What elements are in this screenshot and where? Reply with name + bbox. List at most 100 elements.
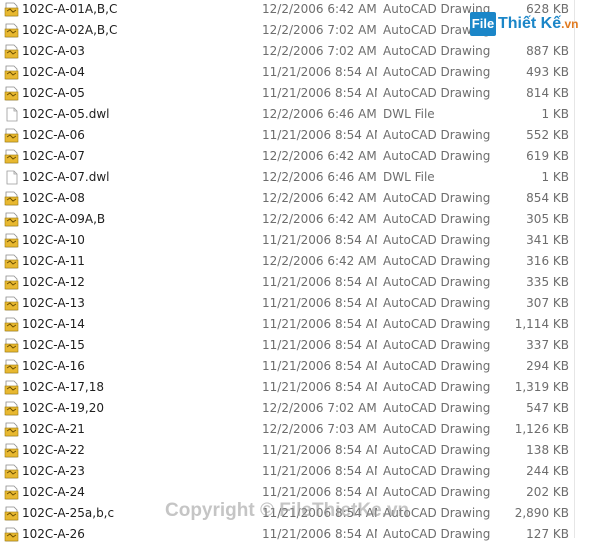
file-date-modified: 12/2/2006 7:02 AM xyxy=(262,401,377,415)
blank-file-icon xyxy=(6,170,18,185)
file-type: AutoCAD Drawing xyxy=(383,296,491,310)
file-size: 138 KB xyxy=(526,443,569,457)
dwg-file-icon xyxy=(4,464,19,479)
file-size: 552 KB xyxy=(526,128,569,142)
file-row[interactable]: 102C-A-21 12/2/2006 7:03 AM AutoCAD Drawin… xyxy=(0,419,603,440)
file-row[interactable]: 102C-A-05 11/21/2006 8:54 AM AutoCAD Drawi… xyxy=(0,83,603,104)
file-size: 619 KB xyxy=(526,149,569,163)
file-type: DWL File xyxy=(383,107,435,121)
dwg-file-icon xyxy=(4,527,19,542)
file-row[interactable]: 102C-A-23 11/21/2006 8:54 AM AutoCAD Drawi… xyxy=(0,461,603,482)
file-name: 102C-A-26 xyxy=(22,527,85,541)
file-date-modified: 12/2/2006 6:42 AM xyxy=(262,2,377,16)
file-row[interactable]: 102C-A-15 11/21/2006 8:54 AM AutoCAD Drawi… xyxy=(0,335,603,356)
dwg-file-icon xyxy=(4,359,19,374)
file-list: 102C-A-01A,B,C 12/2/2006 6:42 AM AutoCAD D… xyxy=(0,0,603,545)
dwg-file-icon xyxy=(4,128,19,143)
file-row[interactable]: 102C-A-05.dwl 12/2/2006 6:46 AM DWL File 1 … xyxy=(0,104,603,125)
file-row[interactable]: 102C-A-12 11/21/2006 8:54 AM AutoCAD Drawi… xyxy=(0,272,603,293)
file-date-modified: 11/21/2006 8:54 AM xyxy=(262,464,377,478)
file-row[interactable]: 102C-A-22 11/21/2006 8:54 AM AutoCAD Drawi… xyxy=(0,440,603,461)
file-date-modified: 12/2/2006 6:42 AM xyxy=(262,191,377,205)
file-size: 1 KB xyxy=(541,107,569,121)
file-row[interactable]: 102C-A-11 12/2/2006 6:42 AM AutoCAD Drawin… xyxy=(0,251,603,272)
file-row[interactable]: 102C-A-19,20 12/2/2006 7:02 AM AutoCAD Dra… xyxy=(0,398,603,419)
file-date-modified: 11/21/2006 8:54 AM xyxy=(262,338,377,352)
file-date-modified: 12/2/2006 6:42 AM xyxy=(262,212,377,226)
file-size: 2,890 KB xyxy=(514,506,569,520)
file-date-modified: 12/2/2006 6:46 AM xyxy=(262,170,377,184)
file-size: 337 KB xyxy=(526,338,569,352)
file-row[interactable]: 102C-A-26 11/21/2006 8:54 AM AutoCAD Drawi… xyxy=(0,524,603,545)
file-row[interactable]: 102C-A-16 11/21/2006 8:54 AM AutoCAD Drawi… xyxy=(0,356,603,377)
file-size: 887 KB xyxy=(526,44,569,58)
file-type: AutoCAD Drawing xyxy=(383,149,491,163)
dwg-file-icon xyxy=(4,233,19,248)
file-row[interactable]: 102C-A-09A,B 12/2/2006 6:42 AM AutoCAD Dra… xyxy=(0,209,603,230)
file-size: 202 KB xyxy=(526,485,569,499)
file-name: 102C-A-17,18 xyxy=(22,380,104,394)
file-row[interactable]: 102C-A-08 12/2/2006 6:42 AM AutoCAD Drawin… xyxy=(0,188,603,209)
file-date-modified: 11/21/2006 8:54 AM xyxy=(262,296,377,310)
file-name: 102C-A-19,20 xyxy=(22,401,104,415)
file-date-modified: 12/2/2006 7:03 AM xyxy=(262,422,377,436)
file-type: AutoCAD Drawing xyxy=(383,65,491,79)
file-size: 307 KB xyxy=(526,296,569,310)
file-name: 102C-A-08 xyxy=(22,191,85,205)
watermark-copyright: Copyright © FileThietKe.vn xyxy=(165,500,410,521)
file-name: 102C-A-15 xyxy=(22,338,85,352)
dwg-file-icon xyxy=(4,506,19,521)
file-row[interactable]: 102C-A-07.dwl 12/2/2006 6:46 AM DWL File 1 … xyxy=(0,167,603,188)
blank-file-icon xyxy=(6,107,18,122)
file-type: AutoCAD Drawing xyxy=(383,380,491,394)
dwg-file-icon xyxy=(4,317,19,332)
file-date-modified: 11/21/2006 8:54 AM xyxy=(262,128,377,142)
file-name: 102C-A-23 xyxy=(22,464,85,478)
watermark-brand-tld: .vn xyxy=(561,17,579,31)
file-size: 305 KB xyxy=(526,212,569,226)
dwg-file-icon xyxy=(4,212,19,227)
file-row[interactable]: 102C-A-14 11/21/2006 8:54 AM AutoCAD Drawi… xyxy=(0,314,603,335)
file-row[interactable]: 102C-A-17,18 11/21/2006 8:54 AM AutoCAD Dr… xyxy=(0,377,603,398)
dwg-file-icon xyxy=(4,485,19,500)
dwg-file-icon xyxy=(4,44,19,59)
dwg-file-icon xyxy=(4,2,19,17)
dwg-file-icon xyxy=(4,401,19,416)
file-name: 102C-A-05 xyxy=(22,86,85,100)
watermark-logo-badge: File xyxy=(470,12,496,36)
file-date-modified: 11/21/2006 8:54 AM xyxy=(262,317,377,331)
file-row[interactable]: 102C-A-06 11/21/2006 8:54 AM AutoCAD Drawi… xyxy=(0,125,603,146)
file-type: AutoCAD Drawing xyxy=(383,464,491,478)
file-name: 102C-A-09A,B xyxy=(22,212,106,226)
file-date-modified: 11/21/2006 8:54 AM xyxy=(262,527,377,541)
file-row[interactable]: 102C-A-10 11/21/2006 8:54 AM AutoCAD Drawi… xyxy=(0,230,603,251)
file-size: 335 KB xyxy=(526,275,569,289)
file-date-modified: 12/2/2006 6:42 AM xyxy=(262,149,377,163)
file-date-modified: 11/21/2006 8:54 AM xyxy=(262,443,377,457)
file-name: 102C-A-05.dwl xyxy=(22,107,110,121)
file-row[interactable]: 102C-A-04 11/21/2006 8:54 AM AutoCAD Drawi… xyxy=(0,62,603,83)
file-size: 1,126 KB xyxy=(514,422,569,436)
file-type: DWL File xyxy=(383,170,435,184)
dwg-file-icon xyxy=(4,422,19,437)
file-size: 1,319 KB xyxy=(514,380,569,394)
file-row[interactable]: 102C-A-07 12/2/2006 6:42 AM AutoCAD Drawin… xyxy=(0,146,603,167)
dwg-file-icon xyxy=(4,65,19,80)
file-type: AutoCAD Drawing xyxy=(383,233,491,247)
file-type: AutoCAD Drawing xyxy=(383,317,491,331)
dwg-file-icon xyxy=(4,443,19,458)
file-row[interactable]: 102C-A-03 12/2/2006 7:02 AM AutoCAD Drawin… xyxy=(0,41,603,62)
file-size: 127 KB xyxy=(526,527,569,541)
file-type: AutoCAD Drawing xyxy=(383,527,491,541)
file-date-modified: 12/2/2006 7:02 AM xyxy=(262,23,377,37)
file-date-modified: 11/21/2006 8:54 AM xyxy=(262,233,377,247)
file-type: AutoCAD Drawing xyxy=(383,128,491,142)
file-size: 493 KB xyxy=(526,65,569,79)
watermark-brand-text: Thiết Kế xyxy=(498,15,562,32)
file-size: 294 KB xyxy=(526,359,569,373)
file-type: AutoCAD Drawing xyxy=(383,191,491,205)
file-type: AutoCAD Drawing xyxy=(383,422,491,436)
file-row[interactable]: 102C-A-13 11/21/2006 8:54 AM AutoCAD Drawi… xyxy=(0,293,603,314)
watermark-logo: File Thiết Kế.vn xyxy=(470,10,603,40)
file-name: 102C-A-21 xyxy=(22,422,85,436)
